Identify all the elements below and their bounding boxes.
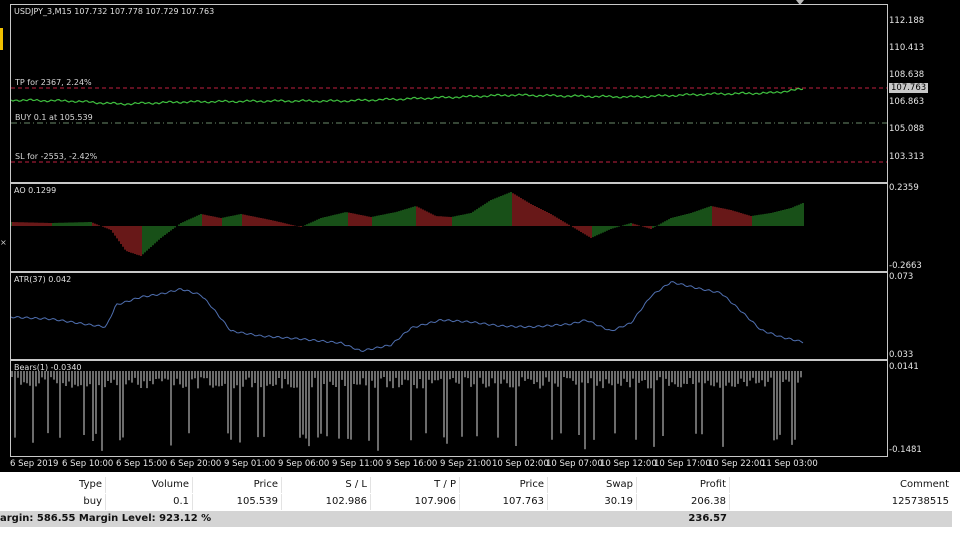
- ao-axis-bottom: -0.2663: [889, 261, 922, 271]
- price-line: [11, 87, 804, 106]
- ao-title: AO 0.1299: [14, 186, 57, 195]
- time-axis-label: 9 Sep 06:00: [278, 459, 330, 469]
- ao-axis-top: 0.2359: [889, 183, 919, 193]
- chart-title: USDJPY_3,M15 107.732 107.778 107.729 107…: [14, 7, 215, 16]
- column-header-current-price[interactable]: Price: [460, 477, 548, 493]
- bears-axis-top: 0.0141: [889, 362, 919, 372]
- table-row[interactable]: buy 0.1 105.539 102.986 107.906 107.763 …: [0, 494, 960, 510]
- price-axis-label: 103.313: [889, 152, 925, 162]
- ao-histogram-svg: [11, 192, 804, 256]
- bears-axis-bottom: -0.1481: [889, 445, 922, 455]
- column-header-tp[interactable]: T / P: [371, 477, 460, 493]
- cell-current-price: 107.763: [460, 494, 548, 510]
- tp-level-label: TP for 2367, 2.24%: [15, 78, 92, 87]
- price-chart-svg: [11, 87, 887, 163]
- time-axis-label: 10 Sep 12:00: [600, 459, 657, 469]
- column-header-type[interactable]: Type: [0, 477, 106, 493]
- cell-type: buy: [0, 494, 106, 510]
- time-axis-label: 10 Sep 07:00: [546, 459, 603, 469]
- current-price-tag: 107.763: [889, 83, 929, 93]
- price-axis-label: 108.638: [889, 70, 925, 80]
- left-edge-marker: [0, 28, 3, 50]
- column-header-comment[interactable]: Comment: [730, 477, 952, 493]
- cell-comment: 125738515: [891, 496, 949, 507]
- time-axis-label: 6 Sep 10:00: [62, 459, 114, 469]
- trade-table-header: Type Volume Price S / L T / P Price Swap…: [0, 477, 960, 493]
- price-pane[interactable]: USDJPY_3,M15 107.732 107.778 107.729 107…: [10, 4, 888, 183]
- bears-pane[interactable]: Bears(1) -0.0340: [10, 360, 888, 457]
- cell-open-price: 105.539: [193, 494, 282, 510]
- time-axis-label: 9 Sep 01:00: [224, 459, 276, 469]
- cell-profit: 206.38: [637, 494, 730, 510]
- atr-title: ATR(37) 0.042: [14, 275, 72, 284]
- margin-summary-text: argin: 586.55 Margin Level: 923.12 %: [0, 513, 212, 524]
- atr-axis-bottom: 0.033: [889, 350, 914, 360]
- time-axis-label: 9 Sep 11:00: [332, 459, 384, 469]
- total-profit: 236.57: [688, 513, 727, 524]
- price-axis-label: 105.088: [889, 124, 925, 134]
- cell-volume: 0.1: [106, 494, 193, 510]
- price-axis-label: 112.188: [889, 16, 925, 26]
- atr-axis-top: 0.073: [889, 272, 914, 282]
- price-axis-label: 106.863: [889, 97, 925, 107]
- bears-histogram-svg: [11, 371, 802, 451]
- sl-level-label: SL for -2553, -2.42%: [15, 152, 98, 161]
- buy-level-label: BUY 0.1 at 105.539: [15, 113, 93, 122]
- price-axis-label: 110.413: [889, 43, 925, 53]
- cell-take-profit: 107.906: [371, 494, 460, 510]
- terminal-trade-panel[interactable]: Type Volume Price S / L T / P Price Swap…: [0, 472, 960, 551]
- time-axis-label: 6 Sep 20:00: [170, 459, 222, 469]
- column-header-price[interactable]: Price: [193, 477, 282, 493]
- time-axis-label: 6 Sep 2019: [10, 459, 59, 469]
- cell-stop-loss: 102.986: [282, 494, 371, 510]
- atr-line-svg: [11, 281, 804, 353]
- ao-pane[interactable]: AO 0.1299: [10, 183, 888, 272]
- time-axis-label: 10 Sep 22:00: [708, 459, 765, 469]
- column-header-volume[interactable]: Volume: [106, 477, 193, 493]
- time-axis-label: 11 Sep 03:00: [761, 459, 818, 469]
- column-header-swap[interactable]: Swap: [548, 477, 637, 493]
- time-axis-label: 10 Sep 17:00: [654, 459, 711, 469]
- column-header-profit[interactable]: Profit: [637, 477, 730, 493]
- chart-window[interactable]: × USDJPY_3,M15 107.732 107.778 107.729 1…: [0, 0, 960, 472]
- time-axis-label: 9 Sep 16:00: [386, 459, 438, 469]
- account-summary-row: argin: 586.55 Margin Level: 923.12 % 236…: [0, 511, 952, 527]
- atr-line: [11, 281, 804, 353]
- bears-title: Bears(1) -0.0340: [14, 363, 82, 372]
- column-header-sl[interactable]: S / L: [282, 477, 371, 493]
- time-axis-label: 9 Sep 21:00: [440, 459, 492, 469]
- time-axis-label: 10 Sep 02:00: [492, 459, 549, 469]
- time-axis-label: 6 Sep 15:00: [116, 459, 168, 469]
- cell-swap: 30.19: [548, 494, 637, 510]
- left-edge-tick: ×: [0, 238, 7, 247]
- atr-pane[interactable]: ATR(37) 0.042: [10, 272, 888, 360]
